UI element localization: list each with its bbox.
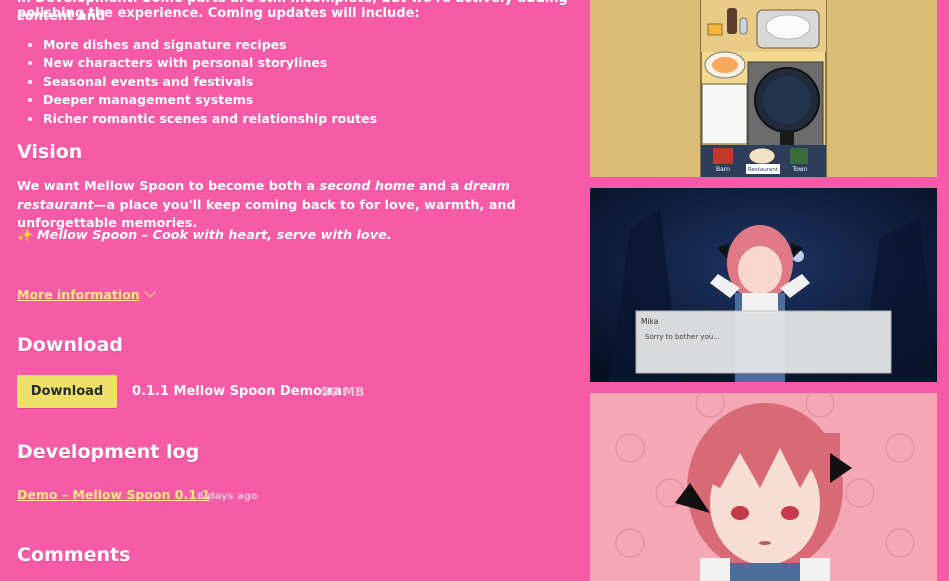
dialog-speaker: Mika [641, 317, 658, 326]
vision-paragraph: We want Mellow Spoon to become both a se… [17, 179, 516, 231]
screenshot-dialog[interactable]: Mika Sorry to bother you... [590, 188, 937, 382]
screenshot-kitchen[interactable]: Barn Restaurant Town [590, 0, 937, 177]
tagline: ✨ Mellow Spoon – Cook with heart, serve w… [17, 228, 392, 243]
download-file-name: 0.1.1 Mellow Spoon Demo.rar [132, 384, 349, 399]
dialog-line: Sorry to bother you... [645, 333, 720, 341]
game-name: Mellow Spoon [83, 179, 185, 194]
devlog-entry-date: 6 days ago [197, 491, 258, 502]
list-item: Deeper management systems [43, 91, 377, 109]
list-item: More dishes and signature recipes [43, 36, 377, 54]
description-intro: polishing the experience. Coming updates… [17, 6, 420, 21]
chevron-down-icon [143, 286, 156, 298]
kitchen-label-town: Town [791, 166, 807, 173]
comments-heading: Comments [17, 544, 131, 566]
list-item: New characters with personal storylines [43, 54, 377, 72]
updates-list: More dishes and signature recipes New ch… [17, 36, 377, 128]
list-item: Richer romantic scenes and relationship … [43, 110, 377, 128]
download-file-size: 50 MB [321, 384, 365, 399]
more-information-link[interactable]: More information [17, 286, 156, 302]
kitchen-label-restaurant: Restaurant [748, 167, 779, 173]
vision-heading: Vision [17, 141, 83, 163]
list-item: Seasonal events and festivals [43, 73, 377, 91]
download-button[interactable]: Download [17, 375, 117, 408]
download-heading: Download [17, 334, 123, 356]
kitchen-label-barn: Barn [716, 166, 730, 173]
screenshot-portrait[interactable] [590, 393, 937, 581]
devlog-heading: Development log [17, 441, 200, 463]
devlog-entry-link[interactable]: Demo – Mellow Spoon 0.1.1 [17, 487, 210, 502]
sparkle-icon: ✨ [17, 228, 33, 243]
